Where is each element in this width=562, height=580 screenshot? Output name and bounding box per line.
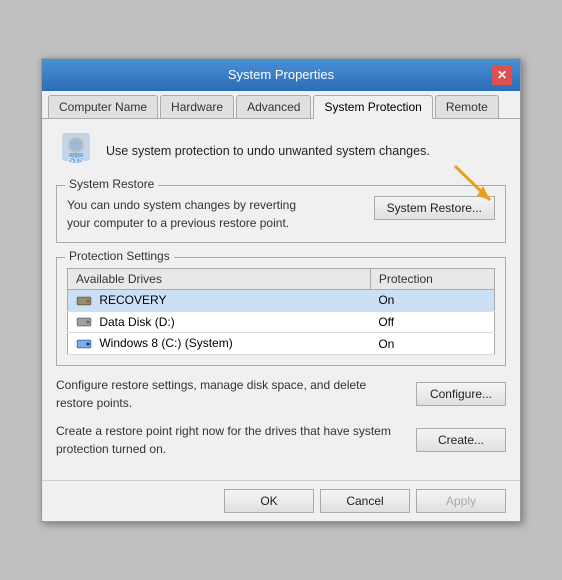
shield-icon: SYS	[56, 131, 96, 171]
create-text: Create a restore point right now for the…	[56, 422, 406, 458]
system-restore-button[interactable]: System Restore...	[374, 196, 495, 220]
tabs-bar: Computer Name Hardware Advanced System P…	[42, 91, 520, 119]
hdd-icon	[76, 315, 92, 329]
title-bar: System Properties ✕	[42, 59, 520, 91]
drive-protection: Off	[370, 311, 494, 333]
system-restore-group: System Restore You can undo system chang…	[56, 185, 506, 243]
tab-computer-name[interactable]: Computer Name	[48, 95, 158, 118]
configure-text: Configure restore settings, manage disk …	[56, 376, 406, 412]
protection-settings-label: Protection Settings	[65, 249, 174, 263]
footer: OK Cancel Apply	[42, 480, 520, 521]
create-section: Create a restore point right now for the…	[56, 422, 506, 458]
apply-button[interactable]: Apply	[416, 489, 506, 513]
system-restore-inner: You can undo system changes by reverting…	[67, 192, 495, 232]
header-section: SYS Use system protection to undo unwant…	[56, 131, 506, 171]
drives-table: Available Drives Protection RECOVERY	[67, 268, 495, 355]
tab-advanced[interactable]: Advanced	[236, 95, 311, 118]
hdd-icon	[76, 294, 92, 308]
drive-name: Data Disk (D:)	[68, 311, 371, 333]
cancel-button[interactable]: Cancel	[320, 489, 410, 513]
svg-text:SYS: SYS	[68, 156, 84, 165]
tab-hardware[interactable]: Hardware	[160, 95, 234, 118]
col-protection-header: Protection	[370, 268, 494, 289]
configure-button[interactable]: Configure...	[416, 382, 506, 406]
window-title: System Properties	[70, 67, 492, 82]
drive-name: Windows 8 (C:) (System)	[68, 333, 371, 355]
table-row[interactable]: Data Disk (D:) Off	[68, 311, 495, 333]
table-row[interactable]: RECOVERY On	[68, 289, 495, 311]
tab-system-protection[interactable]: System Protection	[313, 95, 432, 119]
arrow-container: System Restore...	[374, 196, 495, 220]
drive-protection: On	[370, 289, 494, 311]
configure-section: Configure restore settings, manage disk …	[56, 376, 506, 412]
system-restore-label: System Restore	[65, 177, 158, 191]
header-text: Use system protection to undo unwanted s…	[106, 144, 430, 158]
hdd-system-icon	[76, 337, 92, 351]
drive-protection: On	[370, 333, 494, 355]
ok-button[interactable]: OK	[224, 489, 314, 513]
create-button[interactable]: Create...	[416, 428, 506, 452]
system-properties-window: System Properties ✕ Computer Name Hardwa…	[41, 58, 521, 522]
protection-settings-group: Protection Settings Available Drives Pro…	[56, 257, 506, 366]
tab-remote[interactable]: Remote	[435, 95, 499, 118]
table-row[interactable]: Windows 8 (C:) (System) On	[68, 333, 495, 355]
col-drives-header: Available Drives	[68, 268, 371, 289]
restore-description: You can undo system changes by reverting…	[67, 196, 364, 232]
close-button[interactable]: ✕	[492, 65, 512, 85]
drive-name: RECOVERY	[68, 289, 371, 311]
tab-content: SYS Use system protection to undo unwant…	[42, 119, 520, 480]
